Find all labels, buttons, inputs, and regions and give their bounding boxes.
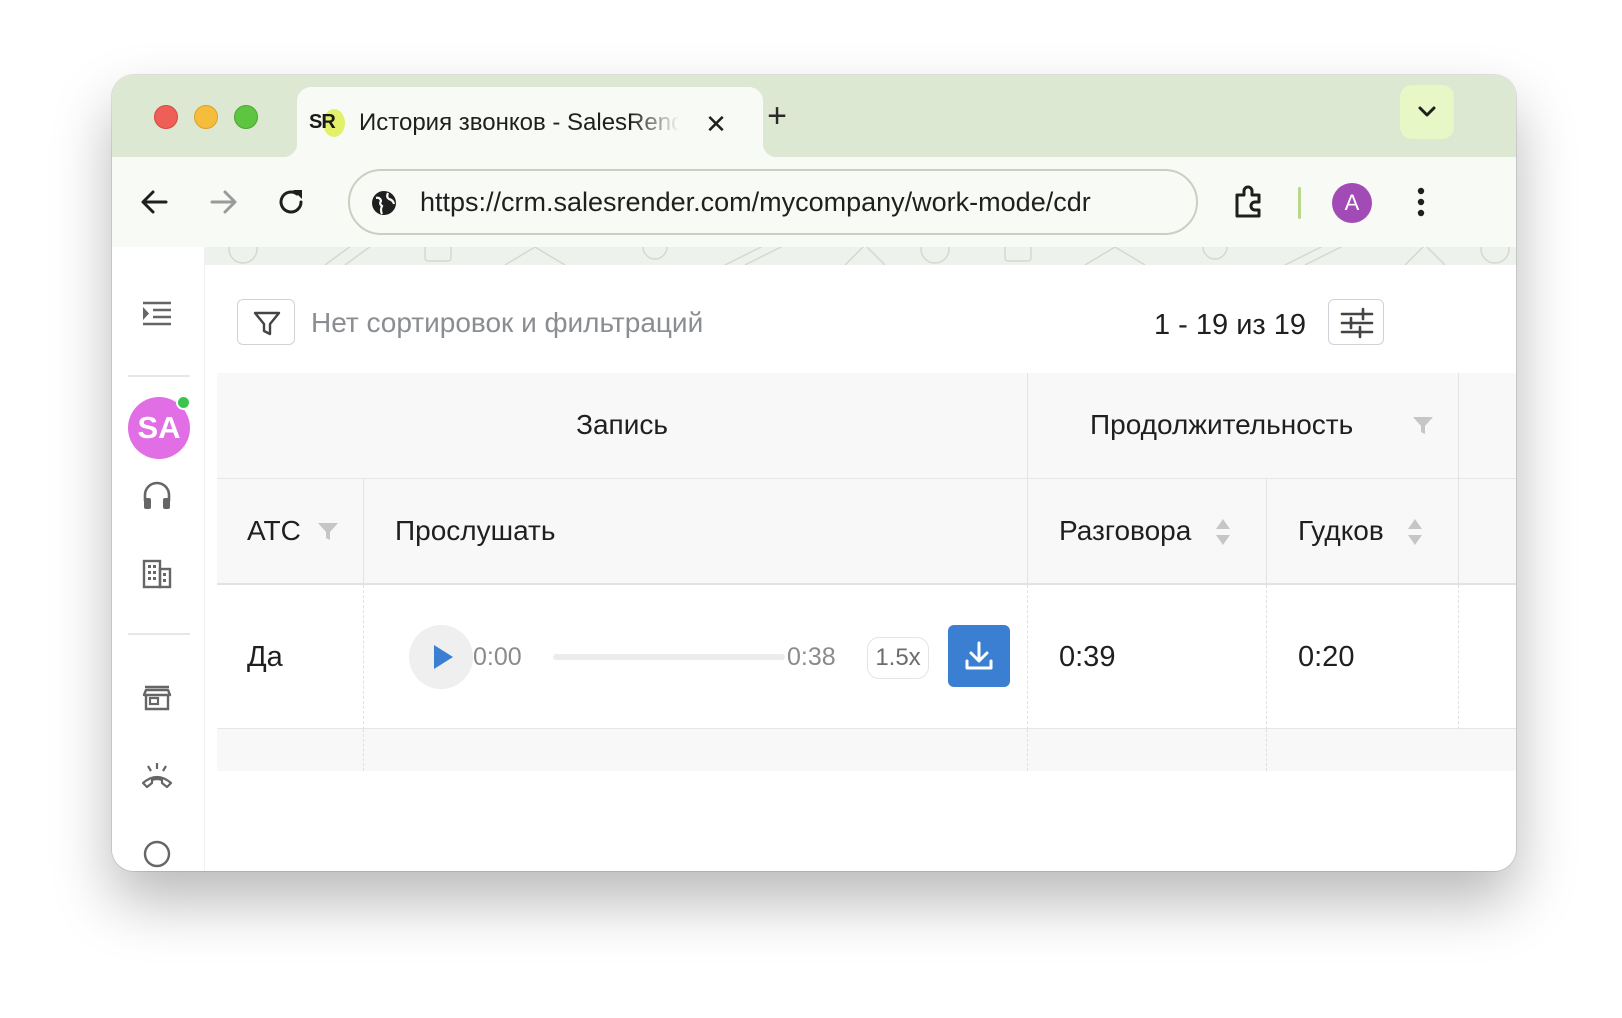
browser-toolbar: https://crm.salesrender.com/mycompany/wo… [112,157,1516,247]
download-icon [965,641,993,670]
sidebar-divider [128,375,190,377]
column-divider [1027,373,1028,479]
player-current-time: 0:00 [473,643,522,671]
more-icon [143,840,171,868]
globe-icon[interactable] [370,189,398,217]
favicon-icon: SR [309,109,345,139]
arrow-right-icon [210,190,237,214]
tab-strip: SR История звонков - SalesRender ✕ + [112,75,1516,157]
sliders-icon [1340,307,1374,339]
column-divider [1458,479,1459,585]
sort-arrows-icon[interactable] [1215,517,1231,547]
download-button[interactable] [948,625,1010,687]
forward-button[interactable] [202,181,244,223]
call-end-icon [141,763,173,789]
column-divider [1027,585,1028,729]
store-icon [142,685,172,711]
pagination-text: 1 - 19 из 19 [1154,309,1307,341]
column-header-ring[interactable]: Гудков [1298,515,1384,547]
play-icon [434,645,453,669]
column-divider [1266,729,1267,771]
column-divider [1266,585,1267,729]
sidebar-item-store[interactable] [140,681,174,715]
sidebar-item-calls[interactable] [140,479,174,513]
column-divider [363,729,364,771]
address-bar[interactable]: https://crm.salesrender.com/mycompany/wo… [348,169,1198,235]
browser-window: SR История звонков - SalesRender ✕ + htt… [112,75,1516,871]
back-button[interactable] [134,181,176,223]
puzzle-icon [1235,185,1261,218]
online-status-dot [176,395,191,410]
calls-table: Запись Продолжительность АТС Прослушать [205,373,1516,773]
toolbar-divider [1298,187,1301,219]
table-header-row: АТС Прослушать Разговора Гудков [217,479,1516,585]
funnel-icon [253,311,281,336]
playback-speed-button[interactable]: 1.5x [867,637,929,679]
sidebar-item-more[interactable] [140,837,174,871]
app-sidebar: SA [112,247,205,871]
filter-button[interactable] [237,299,295,345]
sidebar-divider [128,633,190,635]
play-button[interactable] [409,625,473,689]
profile-avatar[interactable]: A [1332,183,1372,223]
column-divider [363,585,364,729]
cell-pbx: Да [247,641,283,673]
sidebar-item-missed-calls[interactable] [140,759,174,793]
new-tab-button[interactable]: + [757,97,797,137]
reload-icon [279,190,303,214]
column-header-pbx[interactable]: АТС [247,515,301,547]
player-progress-bar[interactable] [553,654,785,660]
arrow-left-icon [141,190,168,214]
filter-funnel-icon[interactable] [317,522,339,542]
table-settings-button[interactable] [1328,299,1384,345]
decorative-pattern [205,247,1516,265]
tab-search-button[interactable] [1400,85,1454,139]
close-window-button[interactable] [154,105,178,129]
column-divider [1458,585,1459,729]
menu-indent-icon [143,301,171,326]
tab-title: История звонков - SalesRender [359,109,679,136]
building-icon [142,559,172,589]
cell-talk-duration: 0:39 [1059,641,1116,673]
filter-status-text[interactable]: Нет сортировок и фильтраций [311,307,703,339]
column-divider [1266,479,1267,585]
column-divider [1458,373,1459,479]
minimize-window-button[interactable] [194,105,218,129]
page: SA Нет сортировок и фильтраций 1 - 19 из… [112,247,1516,871]
column-header-listen: Прослушать [395,515,556,546]
group-header-duration: Продолжительность [1090,409,1354,440]
main-content: Нет сортировок и фильтраций 1 - 19 из 19… [205,265,1516,871]
column-header-talk[interactable]: Разговора [1059,515,1191,547]
table-row-placeholder [217,729,1516,771]
more-vertical-icon [1417,187,1425,217]
column-divider [363,479,364,585]
table-group-header-row: Запись Продолжительность [217,373,1516,479]
zoom-window-button[interactable] [234,105,258,129]
menu-toggle-button[interactable] [140,297,174,331]
url-text: https://crm.salesrender.com/mycompany/wo… [420,187,1091,217]
reload-button[interactable] [270,181,312,223]
headset-icon [143,481,171,509]
table-row[interactable]: Да 0:00 0:38 1.5x 0:39 0:20 [217,585,1516,729]
sort-arrows-icon[interactable] [1407,517,1423,547]
tab-close-icon[interactable]: ✕ [699,107,733,141]
column-divider [1027,479,1028,585]
extensions-button[interactable] [1228,181,1270,223]
chevron-down-icon [1418,106,1436,117]
player-total-time: 0:38 [787,643,836,671]
cell-ring-duration: 0:20 [1298,641,1355,673]
browser-tab-active[interactable]: SR История звонков - SalesRender ✕ [283,87,777,157]
column-divider [1027,729,1028,771]
filter-funnel-icon[interactable] [1412,416,1434,436]
browser-menu-button[interactable] [1400,181,1442,223]
group-header-recording: Запись [576,409,668,440]
sidebar-item-companies[interactable] [140,557,174,591]
